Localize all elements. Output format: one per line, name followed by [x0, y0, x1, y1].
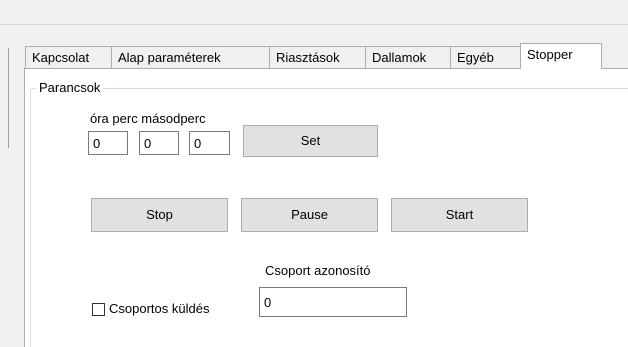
- tab-kapcsolat[interactable]: Kapcsolat: [25, 46, 112, 68]
- stop-button[interactable]: Stop: [91, 198, 228, 232]
- tab-egyeb[interactable]: Egyéb: [450, 46, 521, 68]
- minutes-input[interactable]: [139, 131, 179, 155]
- group-id-input[interactable]: [259, 287, 407, 317]
- pause-button[interactable]: Pause: [241, 198, 378, 232]
- window-top-strip: [0, 0, 628, 25]
- tab-stopper[interactable]: Stopper: [520, 43, 602, 69]
- group-send-label[interactable]: Csoportos küldés: [109, 301, 209, 317]
- tab-dallamok[interactable]: Dallamok: [365, 46, 451, 68]
- group-id-label: Csoport azonosító: [265, 263, 371, 278]
- commands-group-title: Parancsok: [36, 80, 104, 96]
- start-button[interactable]: Start: [391, 198, 528, 232]
- tab-alap-parameterek[interactable]: Alap paraméterek: [111, 46, 270, 68]
- set-button[interactable]: Set: [243, 125, 378, 157]
- group-send-checkbox[interactable]: [92, 303, 105, 316]
- hours-input[interactable]: [88, 131, 128, 155]
- tab-riasztasok[interactable]: Riasztások: [269, 46, 366, 68]
- seconds-input[interactable]: [189, 131, 230, 155]
- time-header-label: óra perc másodperc: [90, 111, 206, 126]
- left-divider: [8, 48, 9, 148]
